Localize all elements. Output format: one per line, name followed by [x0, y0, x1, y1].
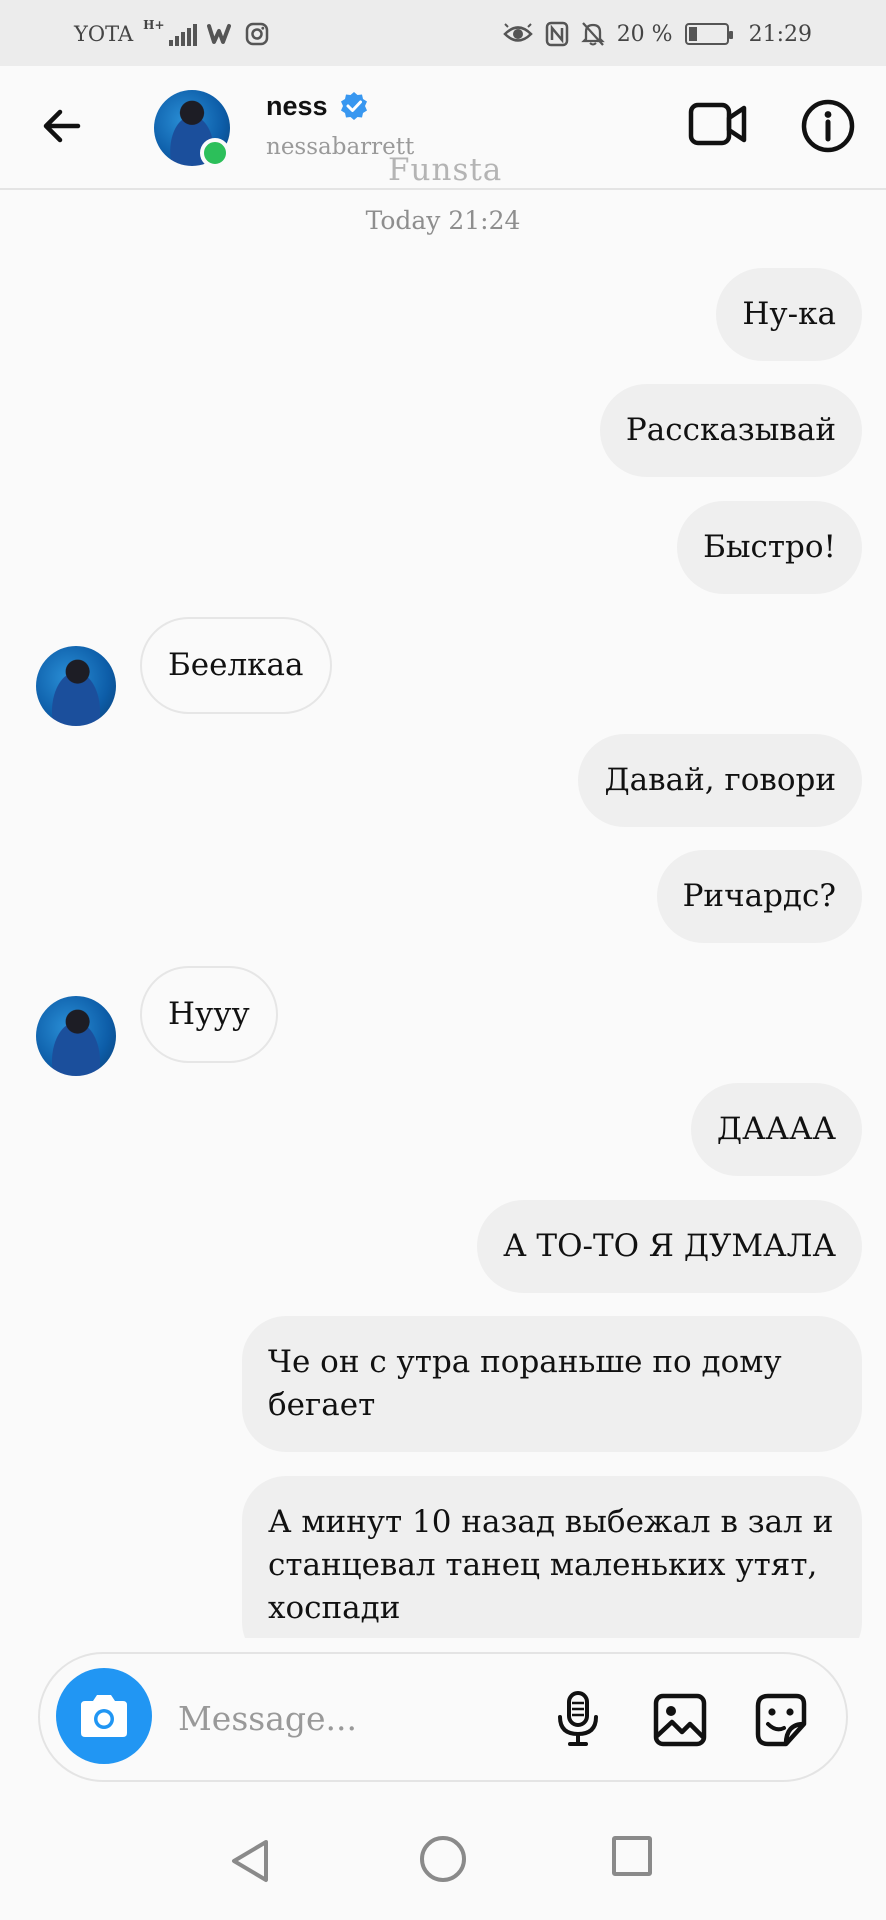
- nav-home-icon[interactable]: [420, 1836, 466, 1882]
- video-call-icon[interactable]: [688, 96, 748, 152]
- camera-icon: [81, 1695, 127, 1737]
- message-text: А ТО-ТО Я ДУМАЛА: [503, 1228, 836, 1264]
- sender-avatar[interactable]: [36, 996, 116, 1076]
- online-status-dot: [200, 138, 230, 168]
- message-outgoing[interactable]: Давай, говори: [578, 734, 862, 827]
- system-navigation-bar: [0, 1800, 886, 1920]
- watermark: Funsta: [388, 152, 503, 188]
- signal-icon: [168, 22, 197, 46]
- wattpad-icon: [206, 24, 231, 44]
- message-input[interactable]: [178, 1690, 548, 1746]
- message-composer: [38, 1652, 848, 1782]
- contact-name: ness: [266, 90, 328, 121]
- message-outgoing[interactable]: Че он с утра пораньше по дому бегает: [242, 1316, 862, 1452]
- message-text: Нууу: [168, 996, 250, 1032]
- message-thread[interactable]: Today 21:24 Ну-ка Рассказывай Быстро! Бе…: [0, 190, 886, 1638]
- message-outgoing[interactable]: ДАААА: [690, 1083, 862, 1176]
- message-incoming[interactable]: Беелкаа: [140, 617, 332, 714]
- clock: 21:29: [748, 21, 812, 47]
- battery-percent: 20 %: [616, 21, 673, 47]
- message-text: А минут 10 назад выбежал в зал и станцев…: [268, 1504, 834, 1626]
- message-text: Давай, говори: [604, 762, 836, 798]
- message-text: Ричардс?: [682, 878, 836, 914]
- info-icon[interactable]: [800, 98, 856, 154]
- status-right: 20 % 21:29: [502, 18, 812, 50]
- back-arrow-icon[interactable]: [36, 100, 88, 152]
- message-text: Беелкаа: [168, 647, 304, 683]
- microphone-icon[interactable]: [552, 1690, 604, 1748]
- nfc-icon: [545, 21, 568, 47]
- message-outgoing[interactable]: А ТО-ТО Я ДУМАЛА: [477, 1200, 862, 1293]
- bell-off-icon: [580, 22, 605, 46]
- chat-header: ness nessabarrett Funsta: [0, 66, 886, 190]
- message-text: Быстро!: [703, 529, 836, 565]
- message-text: ДАААА: [716, 1111, 836, 1147]
- message-outgoing[interactable]: Ну-ка: [716, 268, 862, 361]
- status-left: YOTA H+: [74, 18, 269, 50]
- message-timestamp: Today 21:24: [365, 206, 521, 235]
- camera-button[interactable]: [56, 1668, 152, 1764]
- gallery-icon[interactable]: [652, 1692, 708, 1748]
- message-outgoing[interactable]: Ричардс?: [656, 850, 862, 943]
- message-outgoing[interactable]: А минут 10 назад выбежал в зал и станцев…: [242, 1476, 862, 1638]
- message-incoming[interactable]: Нууу: [140, 966, 278, 1063]
- verified-badge-icon: [340, 92, 367, 120]
- network-type: H+: [143, 18, 165, 32]
- message-text: Че он с утра пораньше по дому бегает: [268, 1344, 782, 1423]
- battery-icon: [684, 23, 733, 45]
- instagram-icon: [245, 22, 268, 46]
- sender-avatar[interactable]: [36, 646, 116, 726]
- message-text: Ну-ка: [742, 296, 836, 332]
- contact-name-row[interactable]: ness: [266, 90, 370, 122]
- message-text: Рассказывай: [625, 412, 836, 448]
- eye-icon: [502, 23, 533, 42]
- message-outgoing[interactable]: Быстро!: [677, 501, 862, 594]
- nav-back-icon[interactable]: [226, 1836, 276, 1886]
- status-bar: YOTA H+ 20 % 21:29: [0, 0, 886, 66]
- carrier-label: YOTA: [74, 22, 134, 46]
- message-outgoing[interactable]: Рассказывай: [599, 384, 862, 477]
- nav-recents-icon[interactable]: [612, 1836, 652, 1876]
- sticker-icon[interactable]: [752, 1690, 812, 1750]
